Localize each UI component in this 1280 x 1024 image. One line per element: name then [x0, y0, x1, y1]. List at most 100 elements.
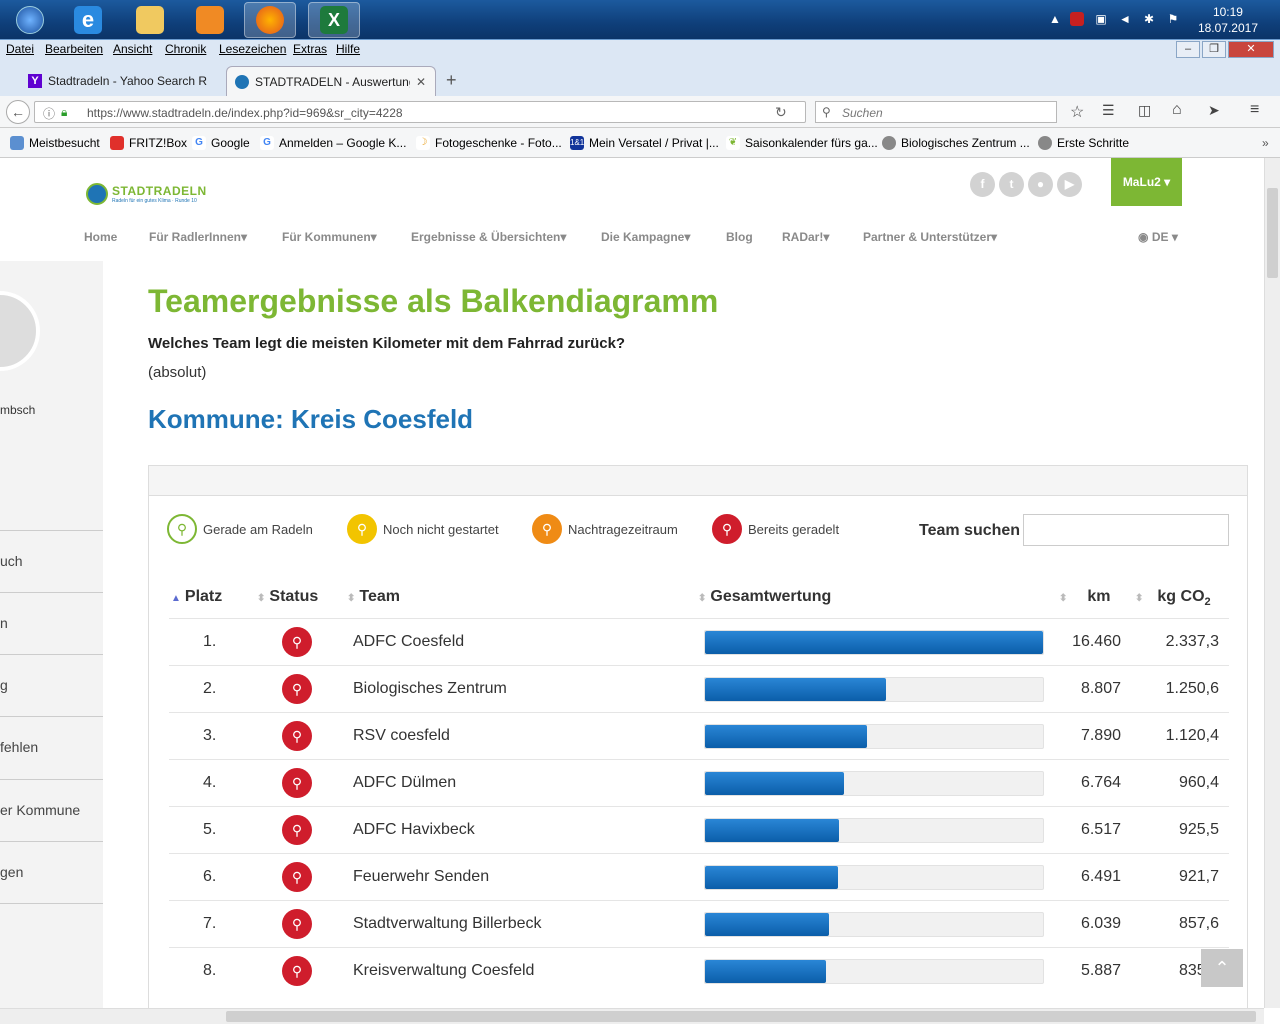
bookmark-item[interactable]: Biologisches Zentrum ... — [882, 136, 1030, 150]
horizontal-scrollbar[interactable] — [0, 1008, 1264, 1024]
scroll-to-top-button[interactable]: ⌃ — [1201, 949, 1243, 987]
col-gesamt[interactable]: ⬍ Gesamtwertung — [698, 588, 831, 606]
scrollbar-thumb[interactable] — [1267, 188, 1278, 278]
close-window-button[interactable]: ✕ — [1228, 41, 1274, 58]
start-button[interactable] — [4, 2, 56, 38]
tray-chevron-icon[interactable]: ▲ — [1048, 12, 1062, 26]
new-tab-button[interactable]: + — [446, 70, 457, 91]
close-tab-icon[interactable]: ✕ — [416, 75, 426, 89]
menu-chronik[interactable]: Chronik — [165, 42, 206, 56]
action-center-flag-icon[interactable]: ⚑ — [1166, 12, 1180, 26]
table-row[interactable]: 4. ⚲ ADFC Dülmen 6.764 960,4 — [169, 759, 1229, 806]
maximize-button[interactable]: ❐ — [1202, 41, 1226, 58]
stadtradeln-logo[interactable]: STADTRADELN Radeln für ein gutes Klima ·… — [86, 183, 207, 205]
vertical-scrollbar[interactable] — [1264, 158, 1280, 1008]
team-cell[interactable]: Stadtverwaltung Billerbeck — [353, 915, 542, 933]
sidebar-item[interactable]: er Kommune — [0, 779, 103, 841]
pocket-icon[interactable]: ◫ — [1138, 102, 1151, 119]
home-icon[interactable]: ⌂ — [1172, 101, 1182, 119]
bookmark-item[interactable]: 1&1 Mein Versatel / Privat |... — [570, 136, 719, 150]
taskbar-ie[interactable]: e — [62, 2, 114, 38]
back-button[interactable]: ← — [6, 100, 30, 124]
bookmarks-overflow-icon[interactable]: » — [1262, 136, 1269, 150]
user-menu-button[interactable]: MaLu2 ▾ — [1111, 158, 1182, 206]
nav-home[interactable]: Home — [84, 230, 117, 244]
bookmark-item[interactable]: Meistbesucht — [10, 136, 100, 150]
tray-app-icon[interactable]: ✱ — [1142, 12, 1156, 26]
nav-kampagne[interactable]: Die Kampagne▾ — [601, 230, 690, 244]
menu-lesezeichen[interactable]: Lesezeichen — [219, 42, 286, 56]
network-icon[interactable]: ▣ — [1094, 12, 1108, 26]
table-row[interactable]: 6. ⚲ Feuerwehr Senden 6.491 921,7 — [169, 853, 1229, 900]
clock[interactable]: 10:19 18.07.2017 — [1198, 4, 1258, 36]
flickr-icon[interactable]: ● — [1028, 172, 1053, 197]
table-row[interactable]: 1. ⚲ ADFC Coesfeld 16.460 2.337,3 — [169, 618, 1229, 665]
bookmark-item[interactable]: ❦ Saisonkalender fürs ga... — [726, 136, 878, 150]
team-cell[interactable]: Biologisches Zentrum — [353, 680, 507, 698]
avatar[interactable] — [0, 291, 40, 371]
taskbar-firefox[interactable] — [244, 2, 296, 38]
language-selector[interactable]: ◉ DE ▾ — [1138, 230, 1178, 244]
nav-blog[interactable]: Blog — [726, 230, 753, 244]
sidebar-item[interactable]: gen — [0, 841, 103, 903]
sidebar-item[interactable]: uch — [0, 530, 103, 592]
reload-icon[interactable]: ↻ — [775, 104, 787, 121]
table-row[interactable]: 3. ⚲ RSV coesfeld 7.890 1.120,4 — [169, 712, 1229, 759]
table-row[interactable]: 5. ⚲ ADFC Havixbeck 6.517 925,5 — [169, 806, 1229, 853]
menu-ansicht[interactable]: Ansicht — [113, 42, 152, 56]
nav-radlerinnen[interactable]: Für RadlerInnen▾ — [149, 230, 247, 244]
team-cell[interactable]: Feuerwehr Senden — [353, 868, 489, 886]
menu-extras[interactable]: Extras — [293, 42, 327, 56]
info-icon[interactable]: ⓘ — [43, 105, 55, 122]
sidebar-item[interactable] — [0, 903, 103, 965]
bookmark-item[interactable]: ☽ Fotogeschenke - Foto... — [416, 136, 562, 150]
sidebar-item[interactable]: fehlen — [0, 716, 103, 778]
menu-datei[interactable]: Datei — [6, 42, 34, 56]
col-status[interactable]: ⬍ Status — [257, 588, 318, 606]
col-platz[interactable]: ▲ Platz — [171, 588, 222, 606]
hamburger-menu-icon[interactable]: ≡ — [1250, 101, 1259, 119]
facebook-icon[interactable]: f — [970, 172, 995, 197]
tab-yahoo[interactable]: Y Stadtradeln - Yahoo Search R — [20, 66, 220, 96]
antivirus-icon[interactable] — [1070, 12, 1084, 26]
team-cell[interactable]: ADFC Dülmen — [353, 774, 456, 792]
reader-list-icon[interactable]: ☰ — [1102, 102, 1115, 119]
sidebar-item[interactable]: n — [0, 592, 103, 654]
nav-kommunen[interactable]: Für Kommunen▾ — [282, 230, 377, 244]
team-cell[interactable]: ADFC Coesfeld — [353, 633, 464, 651]
web-search-input[interactable]: ⚲ Suchen — [815, 101, 1057, 123]
youtube-icon[interactable]: ▶ — [1057, 172, 1082, 197]
team-cell[interactable]: Kreisverwaltung Coesfeld — [353, 962, 534, 980]
volume-muted-icon[interactable]: ◄ — [1118, 12, 1132, 26]
bookmark-item[interactable]: G Anmelden – Google K... — [260, 136, 406, 150]
minimize-button[interactable]: – — [1176, 41, 1200, 58]
sidebar-item[interactable]: g — [0, 654, 103, 716]
nav-ergebnisse[interactable]: Ergebnisse & Übersichten▾ — [411, 230, 566, 244]
url-bar[interactable]: ⓘ 🔒︎ https://www.stadtradeln.de/index.ph… — [34, 101, 806, 123]
taskbar-explorer[interactable] — [124, 2, 176, 38]
bookmark-item[interactable]: Erste Schritte — [1038, 136, 1129, 150]
taskbar-media[interactable] — [184, 2, 236, 38]
team-search-input[interactable] — [1023, 514, 1229, 546]
send-icon[interactable]: ➤ — [1208, 102, 1220, 119]
bookmark-star-icon[interactable]: ☆ — [1070, 102, 1084, 122]
col-co2[interactable]: ⬍ kg CO2 — [1135, 588, 1211, 608]
tab-stadtradeln[interactable]: STADTRADELN - Auswertung ✕ — [226, 66, 436, 96]
taskbar-excel[interactable]: X — [308, 2, 360, 38]
menu-hilfe[interactable]: Hilfe — [336, 42, 360, 56]
scrollbar-thumb[interactable] — [226, 1011, 1256, 1022]
team-cell[interactable]: RSV coesfeld — [353, 727, 450, 745]
table-row[interactable]: 8. ⚲ Kreisverwaltung Coesfeld 5.887 835,9 — [169, 947, 1229, 994]
col-km[interactable]: ⬍ km — [1059, 588, 1111, 606]
bookmark-item[interactable]: FRITZ!Box — [110, 136, 187, 150]
table-row[interactable]: 2. ⚲ Biologisches Zentrum 8.807 1.250,6 — [169, 665, 1229, 712]
bookmark-item[interactable]: G Google — [192, 136, 250, 150]
table-row[interactable]: 7. ⚲ Stadtverwaltung Billerbeck 6.039 857,6 — [169, 900, 1229, 947]
nav-partner[interactable]: Partner & Unterstützer▾ — [863, 230, 997, 244]
menu-bearbeiten[interactable]: Bearbeiten — [45, 42, 103, 56]
col-team[interactable]: ⬍ Team — [347, 588, 400, 606]
twitter-icon[interactable]: t — [999, 172, 1024, 197]
sort-icon: ⬍ — [698, 593, 707, 604]
team-cell[interactable]: ADFC Havixbeck — [353, 821, 475, 839]
nav-radar[interactable]: RADar!▾ — [782, 230, 829, 244]
